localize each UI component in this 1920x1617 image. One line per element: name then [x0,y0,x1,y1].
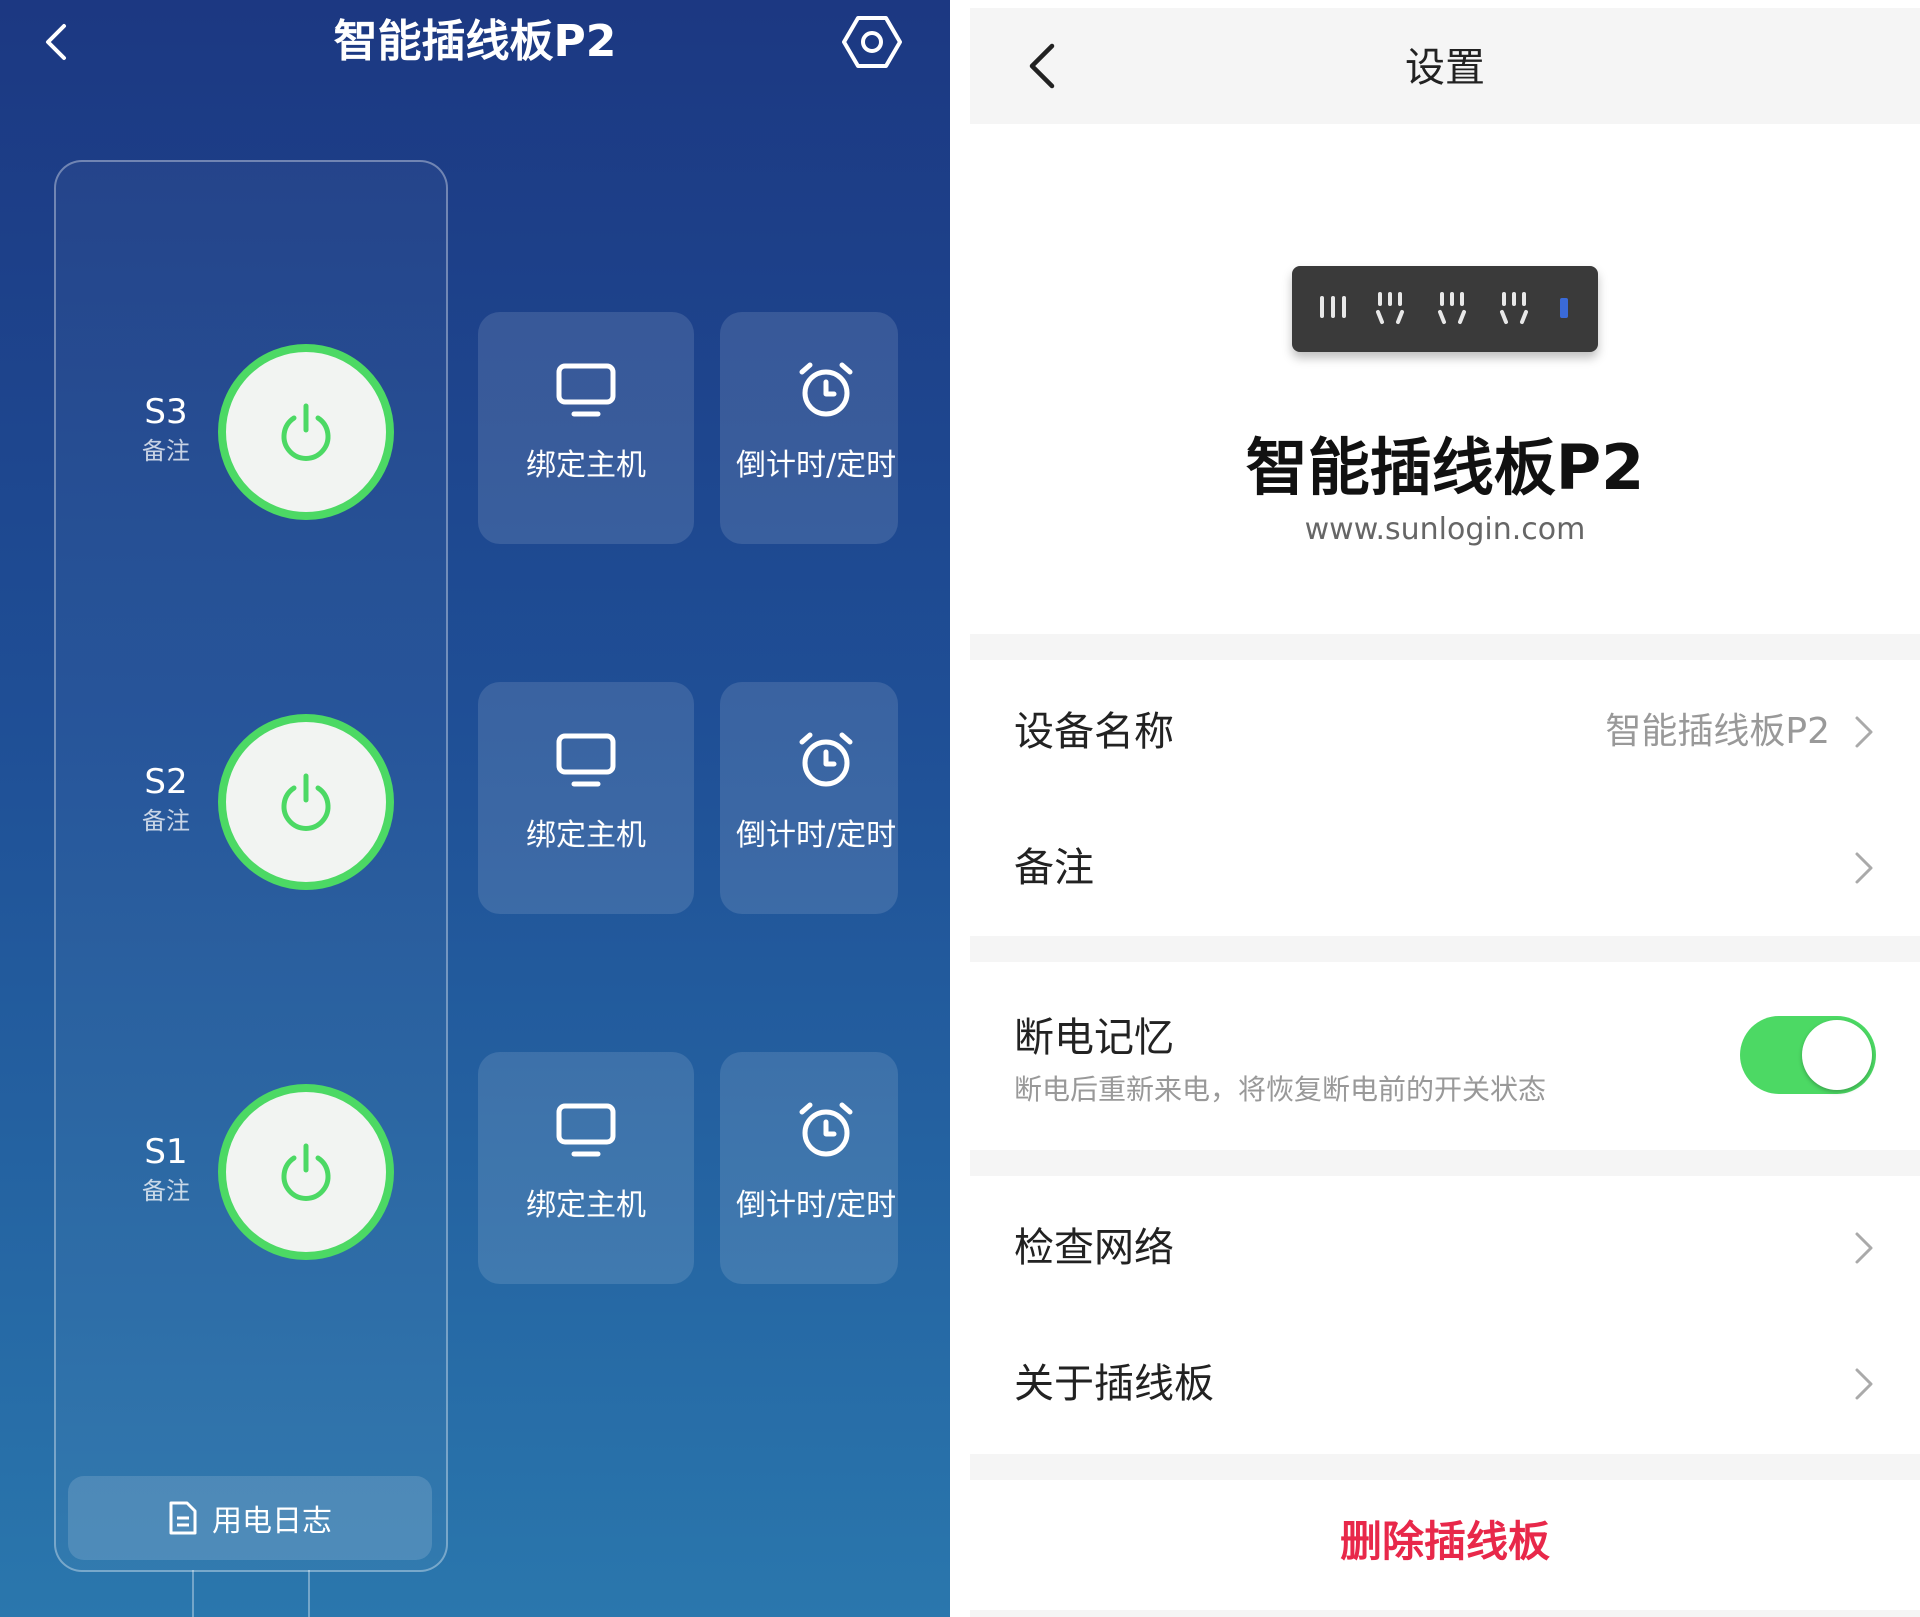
section-divider [970,1454,1920,1480]
document-icon [169,1501,197,1535]
socket-note[interactable]: 备注 [116,806,216,836]
about-row[interactable]: 关于插线板 [970,1316,1920,1452]
bind-host-label: 绑定主机 [526,448,646,483]
about-label: 关于插线板 [1014,1361,1214,1407]
section-divider [970,936,1920,962]
chevron-right-icon [1855,852,1873,884]
timer-label: 倒计时/定时 [736,448,897,483]
settings-hex-icon[interactable] [840,10,904,74]
power-memory-label: 断电记忆 [1014,1015,1174,1061]
power-icon [281,403,331,461]
bind-host-label: 绑定主机 [526,1188,646,1223]
chevron-right-icon [1855,1232,1873,1264]
check-network-row[interactable]: 检查网络 [970,1180,1920,1316]
socket-name: S3 [144,392,188,432]
power-strip-plug [192,1570,310,1617]
power-button-s1[interactable] [218,1084,394,1260]
power-button-s2[interactable] [218,714,394,890]
bottom-divider [970,1610,1920,1617]
section-divider [970,634,1920,660]
power-log-button[interactable]: 用电日志 [68,1476,432,1560]
power-strip-image [1292,266,1598,352]
alarm-clock-icon [799,732,853,787]
timer-label: 倒计时/定时 [736,818,897,853]
device-name-heading: 智能插线板P2 [1245,431,1645,504]
device-name-label: 设备名称 [1014,709,1174,755]
socket-s2: S2 备注 [56,712,450,892]
page-title: 智能插线板P2 [333,16,617,67]
chevron-right-icon [1855,716,1873,748]
socket-outlets-illustration [1320,292,1568,324]
power-log-label: 用电日志 [212,1504,332,1539]
delete-power-strip-button[interactable]: 删除插线板 [970,1512,1920,1572]
power-strip-panel: 智能插线板P2 S3 备注 S2 备注 S1 备注 绑定主机 倒计时/定时 绑定… [0,0,950,1617]
device-name-value: 智能插线板P2 [1605,711,1830,752]
socket-note[interactable]: 备注 [116,436,216,466]
timer-label: 倒计时/定时 [736,1188,897,1223]
power-icon [281,1143,331,1201]
power-memory-toggle[interactable] [1740,1016,1876,1094]
settings-title: 设置 [1405,45,1485,91]
timer-button-s2[interactable]: 倒计时/定时 [720,682,898,914]
power-button-s3[interactable] [218,344,394,520]
monitor-icon [556,363,616,417]
section-divider [970,1150,1920,1176]
socket-name: S1 [144,1132,188,1172]
monitor-icon [556,733,616,787]
bind-host-button-s2[interactable]: 绑定主机 [478,682,694,914]
timer-button-s1[interactable]: 倒计时/定时 [720,1052,898,1284]
chevron-right-icon [1855,1368,1873,1400]
bind-host-button-s3[interactable]: 绑定主机 [478,312,694,544]
socket-name: S2 [144,762,188,802]
settings-panel: 设置 智能插线板P2 www.sunlogin.com 设备名称 智能插线板P2… [970,0,1920,1617]
timer-button-s3[interactable]: 倒计时/定时 [720,312,898,544]
socket-note[interactable]: 备注 [116,1176,216,1206]
socket-s3: S3 备注 [56,342,450,522]
note-label: 备注 [1014,845,1094,891]
bind-host-label: 绑定主机 [526,818,646,853]
check-network-label: 检查网络 [1014,1225,1174,1271]
back-arrow-icon[interactable] [38,22,78,62]
device-name-row[interactable]: 设备名称 智能插线板P2 [970,664,1920,800]
settings-header: 设置 [970,8,1920,124]
note-row[interactable]: 备注 [970,800,1920,936]
power-memory-description: 断电后重新来电，将恢复断电前的开关状态 [1014,1073,1547,1106]
alarm-clock-icon [799,1102,853,1157]
power-icon [281,773,331,831]
socket-s1: S1 备注 [56,1082,450,1262]
website-text: www.sunlogin.com [1304,512,1586,547]
alarm-clock-icon [799,362,853,417]
bind-host-button-s1[interactable]: 绑定主机 [478,1052,694,1284]
monitor-icon [556,1103,616,1157]
power-strip-body: S3 备注 S2 备注 S1 备注 [54,160,448,1572]
toggle-knob [1802,1020,1872,1090]
